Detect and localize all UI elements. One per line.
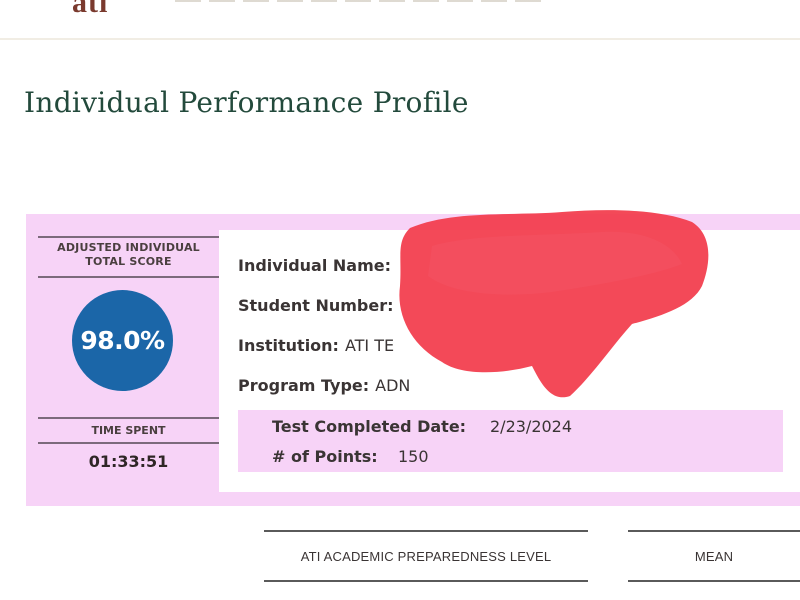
- adjusted-score-label: ADJUSTED INDIVIDUAL TOTAL SCORE: [57, 241, 200, 268]
- time-spent-label: TIME SPENT: [91, 424, 166, 437]
- test-completed-label: Test Completed Date:: [272, 417, 467, 436]
- test-details-box: Test Completed Date: 2/23/2024 # of Point…: [238, 410, 783, 472]
- institution-value: ATI TE: [344, 336, 395, 355]
- academic-preparedness-header: ATI ACADEMIC PREPAREDNESS LEVEL: [264, 530, 588, 582]
- score-circle: 98.0%: [72, 290, 173, 391]
- page-title: Individual Performance Profile: [24, 86, 469, 119]
- score-column: ADJUSTED INDIVIDUAL TOTAL SCORE 98.0% TI…: [38, 236, 221, 496]
- program-type-label: Program Type:: [238, 376, 370, 395]
- score-top-rule: [38, 236, 219, 238]
- institution-label: Institution:: [238, 336, 339, 355]
- test-completed-value: 2/23/2024: [490, 417, 573, 436]
- institution-row: Institution: ATI TE: [238, 336, 394, 355]
- time-label-rule: [38, 442, 219, 444]
- time-spent-value: 01:33:51: [88, 452, 169, 471]
- student-number-label: Student Number:: [238, 296, 394, 315]
- redaction-scribble: [399, 210, 709, 398]
- student-number-row: Student Number:: [238, 296, 394, 315]
- test-completed-row: Test Completed Date: 2/23/2024: [272, 417, 572, 436]
- points-label: # of Points:: [272, 447, 378, 466]
- points-row: # of Points: 150: [272, 447, 429, 466]
- time-top-rule: [38, 417, 219, 419]
- individual-name-row: Individual Name:: [238, 256, 391, 275]
- individual-name-label: Individual Name:: [238, 256, 391, 275]
- points-value: 150: [398, 447, 429, 466]
- ati-logo: ati: [72, 0, 109, 19]
- score-value: 98.0%: [80, 326, 165, 355]
- top-header-bar: ati: [0, 0, 800, 40]
- program-type-row: Program Type: ADN: [238, 376, 410, 395]
- score-label-rule: [38, 276, 219, 278]
- mean-header: MEAN: [628, 530, 800, 582]
- header-banner-text-cropped: [175, 0, 545, 2]
